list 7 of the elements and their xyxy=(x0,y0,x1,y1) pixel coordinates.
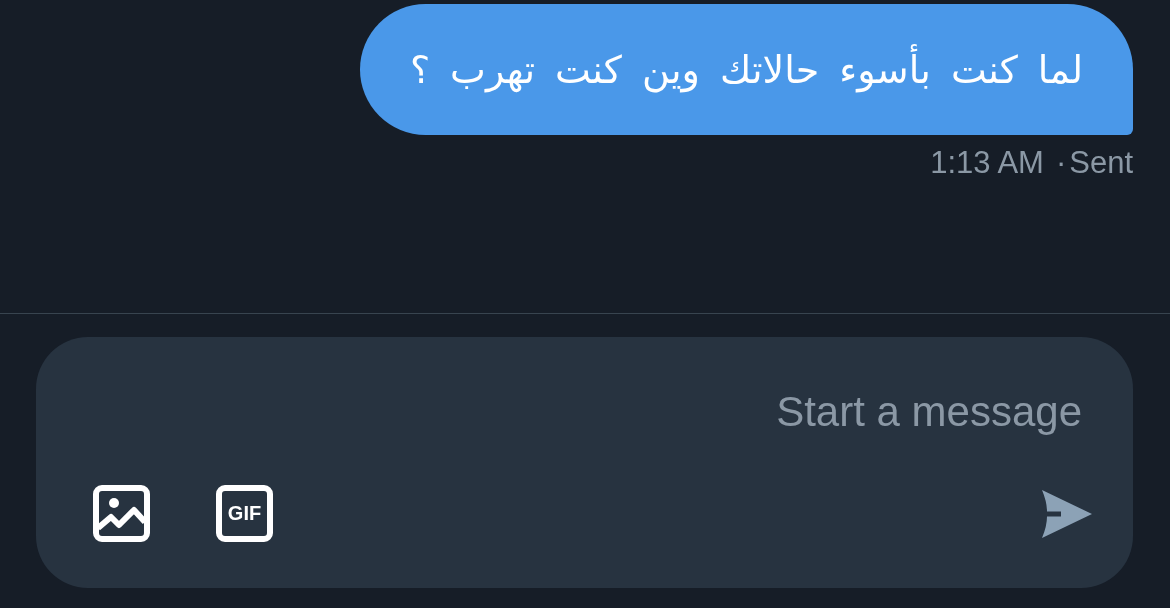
separator-dot: · xyxy=(1055,145,1067,181)
message-status: Sent xyxy=(1069,145,1133,181)
image-icon[interactable] xyxy=(93,485,150,542)
message-bubble: لما كنت بأسوء حالاتك وين كنت تهرب ؟ xyxy=(359,4,1133,135)
message-input[interactable]: Start a message xyxy=(93,385,1082,439)
gif-button[interactable]: GIF xyxy=(216,485,273,542)
message-time: 1:13 AM xyxy=(930,145,1044,181)
